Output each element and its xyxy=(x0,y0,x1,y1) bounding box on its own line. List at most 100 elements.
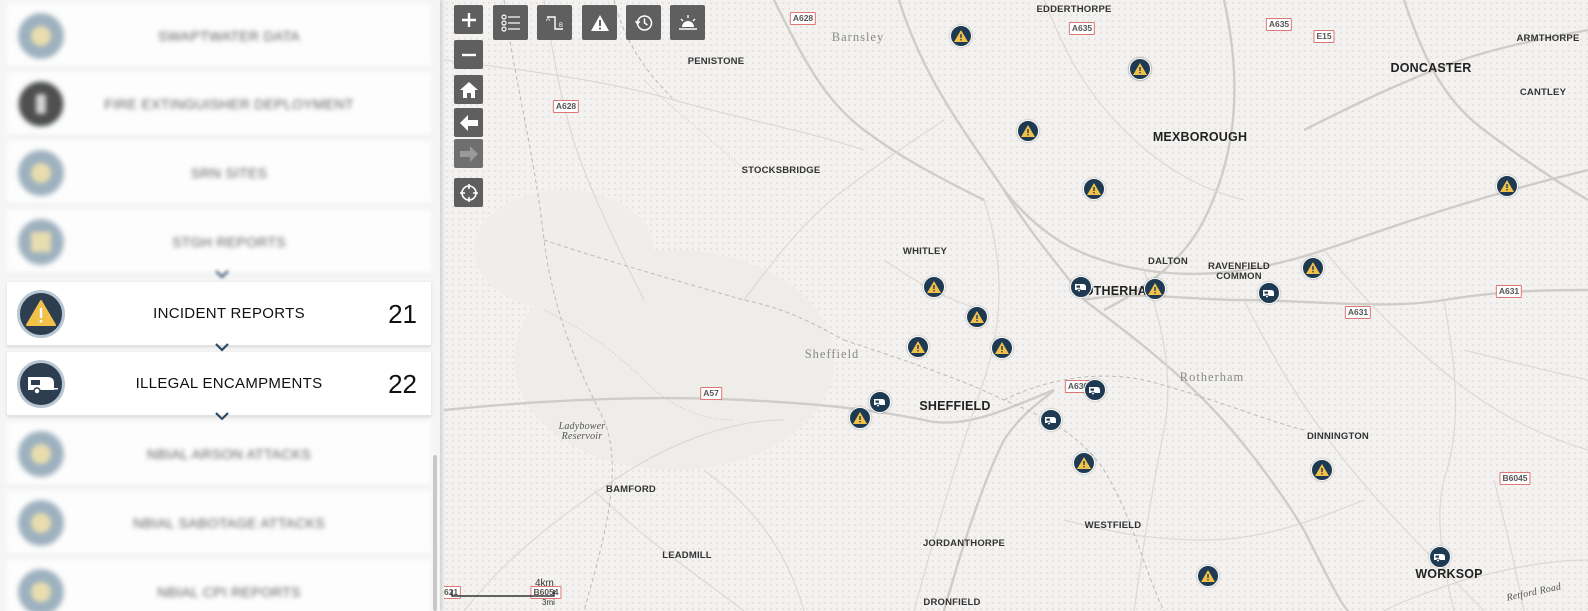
encampment-marker[interactable] xyxy=(1070,276,1092,298)
place-label: DINNINGTON xyxy=(1307,431,1369,442)
zoom-out-button[interactable] xyxy=(454,40,483,69)
caravan-icon xyxy=(1434,554,1445,563)
encampment-marker[interactable] xyxy=(1258,282,1280,304)
incident-marker[interactable] xyxy=(1083,178,1105,200)
layer-row-stgh-reports[interactable]: STGH REPORTS xyxy=(7,210,431,274)
locate-button[interactable] xyxy=(454,178,483,207)
incident-marker[interactable] xyxy=(1129,58,1151,80)
layer-label: SRN SITES xyxy=(190,165,268,181)
layer-count: 21 xyxy=(388,299,417,329)
incident-marker[interactable] xyxy=(991,337,1013,359)
place-label: MEXBOROUGH xyxy=(1152,130,1248,144)
place-label: SHEFFIELD xyxy=(919,399,991,413)
warning-icon xyxy=(954,30,968,42)
warning-icon xyxy=(1201,570,1215,582)
layer-row-swaptwater[interactable]: SWAPTWATER DATA xyxy=(7,4,431,68)
layer-row-nbial-sabotage[interactable]: NBIAL SABOTAGE ATTACKS xyxy=(7,491,431,555)
road-badge: A635 xyxy=(1265,18,1293,31)
map-view[interactable]: EDDERTHORPE Barnsley PENISTONE ARMTHORPE… xyxy=(444,0,1588,611)
measure-icon: AB xyxy=(546,15,563,30)
report-icon xyxy=(17,568,65,611)
incident-marker[interactable] xyxy=(923,276,945,298)
warning-icon xyxy=(911,341,925,353)
svg-text:B: B xyxy=(559,23,563,29)
sidebar-scrollbar[interactable] xyxy=(433,455,437,611)
place-label: LEADMILL xyxy=(662,550,712,561)
chevron-down-icon[interactable] xyxy=(213,410,231,422)
layer-sidebar: SWAPTWATER DATA FIRE EXTINGUISHER DEPLOY… xyxy=(0,0,440,611)
sunrise-icon xyxy=(678,14,697,30)
incident-marker[interactable] xyxy=(1302,257,1324,279)
caravan-icon xyxy=(1075,284,1086,293)
warning-icon xyxy=(590,14,609,31)
incident-marker[interactable] xyxy=(1073,452,1095,474)
forward-button[interactable] xyxy=(454,139,483,168)
incident-marker[interactable] xyxy=(849,407,871,429)
incident-filter-button[interactable] xyxy=(582,5,617,40)
place-label: DALTON xyxy=(1148,256,1188,267)
basemap-button[interactable] xyxy=(670,5,705,40)
plus-icon xyxy=(461,12,476,27)
flame-icon xyxy=(17,430,65,478)
layer-label: FIRE EXTINGUISHER DEPLOYMENT xyxy=(104,96,354,112)
home-button[interactable] xyxy=(454,75,483,104)
encampment-marker[interactable] xyxy=(869,391,891,413)
incident-marker[interactable] xyxy=(1311,459,1333,481)
road-badge: A628 xyxy=(789,12,817,25)
crosshair-icon xyxy=(459,183,478,202)
road-badge: A631 xyxy=(1495,285,1523,298)
bulb-icon xyxy=(17,499,65,547)
layer-label: NBIAL ARSON ATTACKS xyxy=(146,446,312,462)
star-icon xyxy=(17,149,65,197)
road-badge: A631 xyxy=(1344,306,1372,319)
encampment-marker[interactable] xyxy=(1429,546,1451,568)
warning-icon xyxy=(927,281,941,293)
layer-label: NBIAL CPI REPORTS xyxy=(157,584,301,600)
incident-marker[interactable] xyxy=(1197,565,1219,587)
caravan-icon xyxy=(874,399,885,408)
road-badge: A635 xyxy=(1068,22,1096,35)
warning-icon xyxy=(1306,262,1320,274)
zoom-in-button[interactable] xyxy=(454,5,483,34)
place-label: WESTFIELD xyxy=(1084,520,1142,531)
encampment-marker[interactable] xyxy=(1040,409,1062,431)
history-icon xyxy=(634,14,652,31)
back-button[interactable] xyxy=(454,108,483,137)
layer-list-button[interactable] xyxy=(493,5,528,40)
layer-label: INCIDENT REPORTS xyxy=(153,305,305,322)
layer-icon xyxy=(17,12,65,60)
road-badge: B6045 xyxy=(1499,472,1531,485)
layer-row-srn-sites[interactable]: SRN SITES xyxy=(7,141,431,205)
layer-row-nbial-arson[interactable]: NBIAL ARSON ATTACKS xyxy=(7,422,431,486)
place-label: ARMTHORPE xyxy=(1516,33,1580,44)
arrow-right-icon xyxy=(459,145,478,162)
warning-icon xyxy=(1133,63,1147,75)
incident-marker[interactable] xyxy=(1017,120,1039,142)
layer-row-nbial-cpi[interactable]: NBIAL CPI REPORTS xyxy=(7,560,431,611)
layer-label: STGH REPORTS xyxy=(172,234,286,250)
history-button[interactable] xyxy=(626,5,661,40)
place-label: WHITLEY xyxy=(902,246,948,257)
incident-marker[interactable] xyxy=(907,336,929,358)
caravan-icon xyxy=(1089,387,1100,396)
layer-row-illegal-encampments[interactable]: ILLEGAL ENCAMPMENTS 22 xyxy=(7,352,431,416)
minus-icon xyxy=(461,53,476,56)
warning-icon xyxy=(1315,464,1329,476)
scale-bar: 4km 3mi xyxy=(450,578,570,608)
place-label: Rotherham xyxy=(1179,370,1245,384)
layer-row-incident-reports[interactable]: INCIDENT REPORTS 21 xyxy=(7,282,431,346)
warning-icon xyxy=(1077,457,1091,469)
incident-marker[interactable] xyxy=(1144,278,1166,300)
place-label: WORKSOP xyxy=(1415,567,1483,581)
incident-marker[interactable] xyxy=(1496,175,1518,197)
layer-row-fire-extinguisher[interactable]: FIRE EXTINGUISHER DEPLOYMENT xyxy=(7,72,431,136)
layer-label: ILLEGAL ENCAMPMENTS xyxy=(135,375,323,392)
incident-marker[interactable] xyxy=(966,306,988,328)
place-label: Barnsley xyxy=(831,30,885,44)
place-label: RAVENFIELD COMMON xyxy=(1208,261,1270,282)
incident-marker[interactable] xyxy=(950,25,972,47)
basemap-roads xyxy=(444,0,1588,611)
caravan-icon xyxy=(17,360,65,408)
measure-button[interactable]: AB xyxy=(537,5,572,40)
encampment-marker[interactable] xyxy=(1084,379,1106,401)
